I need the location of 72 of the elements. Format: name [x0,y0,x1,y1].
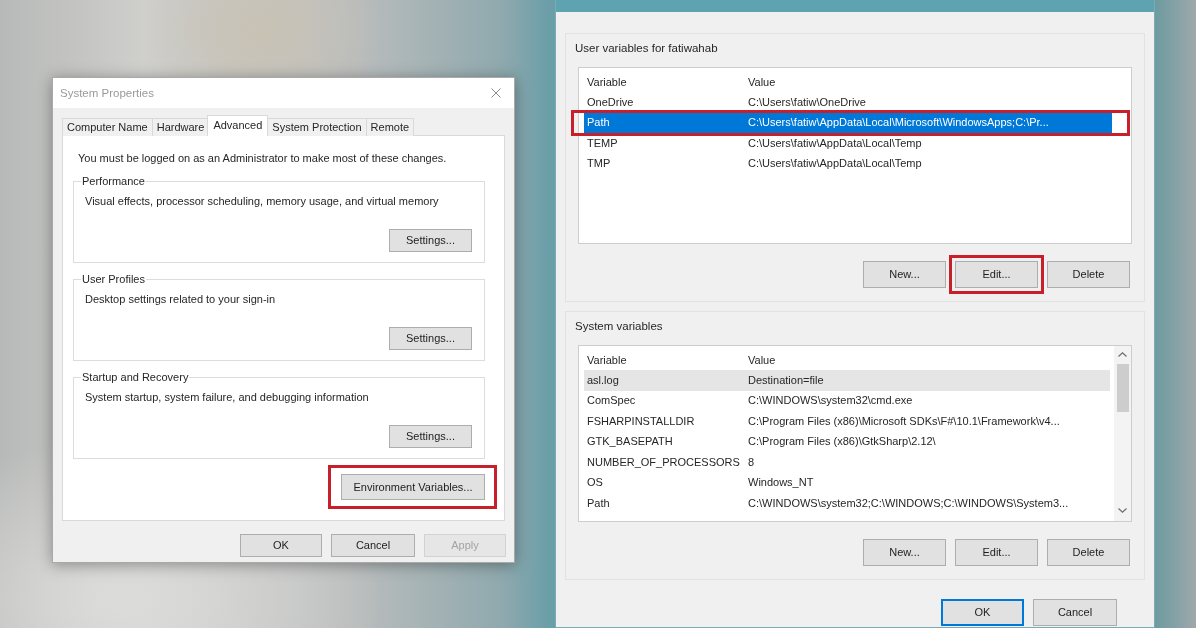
variable-value: C:\Program Files (x86)\Microsoft SDKs\F#\10.1\Framework\v4... [748,414,1060,428]
tab[interactable]: System Protection [267,118,367,136]
window-title: System Properties [60,86,154,100]
variable-value: C:\Users\fatiw\OneDrive [748,95,866,109]
group-description: System startup, system failure, and debugging information [85,390,370,404]
list-row[interactable]: asl.log Destination=file [584,370,1110,391]
variable-value: Windows_NT [748,476,814,490]
variable-name: TEMP [587,136,618,150]
variable-name: Path [587,496,610,510]
variable-value: C:\Users\fatiw\AppData\Local\Temp [748,136,922,150]
column-header[interactable]: Variable [587,353,627,367]
tab[interactable]: Remote [365,118,415,136]
variable-value: Destination=file [748,373,824,387]
edit-button[interactable]: Edit... [955,539,1038,566]
variable-name: FSHARPINSTALLDIR [587,414,695,428]
list-row[interactable]: Path C:\WINDOWS\system32;C:\WINDOWS;C:\WINDOWS\System3... [584,493,1110,514]
variable-name: ComSpec [587,394,636,408]
scroll-up-icon[interactable] [1118,352,1127,357]
cancel-button[interactable]: Cancel [331,534,415,557]
list-row[interactable]: Path C:\Users\fatiw\AppData\Local\Microsoft\WindowsApps;C:\Pr... [584,112,1112,133]
tab[interactable]: Hardware [151,118,210,136]
list-row[interactable]: FSHARPINSTALLDIR C:\Program Files (x86)\Microsoft SDKs\F#\10.1\Framework\v4... [584,411,1110,432]
new-button[interactable]: New... [863,539,946,566]
group-description: Desktop settings related to your sign-in [85,292,277,306]
group-label: User Profiles [81,272,146,286]
variable-value: C:\Program Files (x86)\GtkSharp\2.12\ [748,435,936,449]
column-header[interactable]: Value [748,75,776,89]
list-row[interactable]: NUMBER_OF_PROCESSORS 8 [584,452,1110,473]
group-description: Visual effects, processor scheduling, memory usage, and virtual memory [85,194,440,208]
new-button[interactable]: New... [863,261,946,288]
close-icon[interactable] [491,88,501,98]
column-header[interactable]: Variable [587,75,627,89]
scroll-thumb[interactable] [1116,364,1129,412]
settings-button[interactable]: Settings... [389,229,472,252]
column-header[interactable]: Value [748,353,776,367]
list-row[interactable]: OneDrive C:\Users\fatiw\OneDrive [584,92,1112,113]
variable-value: C:\Users\fatiw\AppData\Local\Microsoft\WindowsApps;C:\Pr... [748,116,1049,130]
group-label: Startup and Recovery [81,370,190,384]
section-label: System variables [575,319,664,333]
scrollbar[interactable] [1114,346,1131,521]
variable-value: C:\Users\fatiw\AppData\Local\Temp [748,157,922,171]
variable-name: GTK_BASEPATH [587,435,673,449]
delete-button[interactable]: Delete [1047,539,1130,566]
list-row[interactable]: TEMP C:\Users\fatiw\AppData\Local\Temp [584,133,1112,154]
variable-value: C:\WINDOWS\system32\cmd.exe [748,394,913,408]
variable-name: TMP [587,157,611,171]
list-row[interactable]: ComSpec C:\WINDOWS\system32\cmd.exe [584,390,1110,411]
delete-button[interactable]: Delete [1047,261,1130,288]
section-label: User variables for fatiwahab [575,41,719,55]
group-label: Performance [81,174,146,188]
ok-button[interactable]: OK [941,599,1024,626]
ok-button[interactable]: OK [240,534,322,557]
scroll-down-icon[interactable] [1118,508,1127,513]
variable-name: NUMBER_OF_PROCESSORS [587,455,740,469]
tab[interactable]: Advanced [207,115,269,136]
tab[interactable]: Computer Name [62,118,153,136]
variable-name: OS [587,476,603,490]
settings-button[interactable]: Settings... [389,327,472,350]
environment-variables-button[interactable]: Environment Variables... [341,474,485,500]
cancel-button[interactable]: Cancel [1033,599,1117,626]
list-row[interactable]: TMP C:\Users\fatiw\AppData\Local\Temp [584,153,1112,174]
edit-button[interactable]: Edit... [955,261,1038,288]
variable-name: asl.log [587,373,619,387]
variable-list[interactable] [578,345,1132,522]
list-row[interactable]: OS Windows_NT [584,472,1110,493]
settings-button[interactable]: Settings... [389,425,472,448]
variable-name: Path [587,116,610,130]
variable-value: C:\WINDOWS\system32;C:\WINDOWS;C:\WINDOWS\System3... [748,496,1069,510]
variable-value: 8 [748,455,755,469]
notice-text: You must be logged on as an Administrator to make most of these changes. [78,151,448,165]
variable-name: OneDrive [587,95,634,109]
list-row[interactable]: GTK_BASEPATH C:\Program Files (x86)\GtkSharp\2.12\ [584,431,1110,452]
